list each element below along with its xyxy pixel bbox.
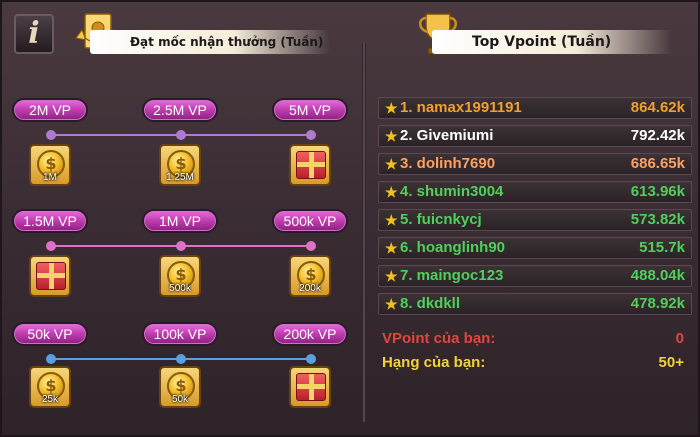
milestone-title: Đạt mốc nhận thưởng (Tuần) xyxy=(90,30,330,54)
my-rank-value: 50+ xyxy=(658,354,684,371)
leaderboard-row: ★ 6. hoanglinh90 515.7k xyxy=(378,237,692,259)
panel-divider xyxy=(362,42,366,422)
my-vpoint-label: VPoint của bạn: xyxy=(382,330,496,347)
reward-amount: 500k xyxy=(169,283,191,294)
player-rank-name: 2. Givemiumi xyxy=(400,127,494,144)
milestone-pill: 500k VP xyxy=(272,209,348,233)
player-rank-name: 5. fuicnkycj xyxy=(400,211,482,228)
star-icon: ★ xyxy=(385,184,398,200)
player-points: 488.04k xyxy=(630,267,685,284)
milestone-dot xyxy=(306,130,316,140)
player-points: 478.92k xyxy=(630,295,685,312)
milestone-dot xyxy=(306,241,316,251)
star-icon: ★ xyxy=(385,240,398,256)
leaderboard-title: Top Vpoint (Tuần) xyxy=(432,30,672,54)
milestone-pill: 2M VP xyxy=(12,98,88,122)
player-rank-name: 1. namax1991191 xyxy=(400,99,522,116)
milestone-dot xyxy=(176,241,186,251)
reward-amount: 1M xyxy=(43,172,57,183)
milestone-pill: 100k VP xyxy=(142,322,218,346)
player-rank-name: 4. shumin3004 xyxy=(400,183,504,200)
milestone-panel: i Đạt mốc nhận thưởng (Tuần) 2M VP $1M 2.5… xyxy=(2,2,364,437)
player-points: 573.82k xyxy=(630,211,685,228)
reward-amount: 25k xyxy=(41,394,59,405)
player-points: 792.42k xyxy=(630,127,685,144)
milestone-dot xyxy=(176,130,186,140)
gift-box-icon xyxy=(296,373,326,401)
player-rank-name: 6. hoanglinh90 xyxy=(400,239,506,256)
reward-coin-box[interactable]: $200k xyxy=(289,255,331,297)
player-points: 613.96k xyxy=(630,183,685,200)
leaderboard-row: ★ 1. namax1991191 864.62k xyxy=(378,97,692,119)
star-icon: ★ xyxy=(385,296,398,312)
my-vpoint-value: 0 xyxy=(675,330,684,347)
game-panel-frame: i Đạt mốc nhận thưởng (Tuần) 2M VP $1M 2.5… xyxy=(0,0,700,437)
milestone-dot xyxy=(46,241,56,251)
milestone-dot xyxy=(306,354,316,364)
milestone-dot xyxy=(46,354,56,364)
star-icon: ★ xyxy=(385,212,398,228)
player-points: 515.7k xyxy=(639,239,685,256)
star-icon: ★ xyxy=(385,268,398,284)
milestone-pill: 5M VP xyxy=(272,98,348,122)
milestone-dot xyxy=(176,354,186,364)
leaderboard-row: ★ 4. shumin3004 613.96k xyxy=(378,181,692,203)
leaderboard-row: ★ 5. fuicnkycj 573.82k xyxy=(378,209,692,231)
reward-gift-box[interactable] xyxy=(29,255,71,297)
leaderboard-row: ★ 7. maingoc123 488.04k xyxy=(378,265,692,287)
star-icon: ★ xyxy=(385,128,398,144)
milestone-dot xyxy=(46,130,56,140)
leaderboard-row: ★ 8. dkdkll 478.92k xyxy=(378,293,692,315)
player-rank-name: 7. maingoc123 xyxy=(400,267,504,284)
reward-amount: 200k xyxy=(299,283,321,294)
my-rank-label: Hạng của bạn: xyxy=(382,354,486,371)
milestone-pill: 50k VP xyxy=(12,322,88,346)
reward-gift-box[interactable] xyxy=(289,366,331,408)
reward-coin-box[interactable]: $1.25M xyxy=(159,144,201,186)
reward-amount: 50k xyxy=(171,394,189,405)
leaderboard-row: ★ 3. dolinh7690 686.65k xyxy=(378,153,692,175)
gift-box-icon xyxy=(296,151,326,179)
leaderboard-row: ★ 2. Givemiumi 792.42k xyxy=(378,125,692,147)
milestone-pill: 1.5M VP xyxy=(12,209,88,233)
star-icon: ★ xyxy=(385,156,398,172)
reward-amount: 1.25M xyxy=(166,172,194,183)
star-icon: ★ xyxy=(385,100,398,116)
milestone-pill: 1M VP xyxy=(142,209,218,233)
reward-coin-box[interactable]: $25k xyxy=(29,366,71,408)
info-icon[interactable]: i xyxy=(14,14,54,54)
reward-coin-box[interactable]: $50k xyxy=(159,366,201,408)
milestone-pill: 2.5M VP xyxy=(142,98,218,122)
player-rank-name: 3. dolinh7690 xyxy=(400,155,496,172)
player-points: 864.62k xyxy=(630,99,685,116)
milestone-pill: 200k VP xyxy=(272,322,348,346)
reward-gift-box[interactable] xyxy=(289,144,331,186)
reward-coin-box[interactable]: $500k xyxy=(159,255,201,297)
gift-box-icon xyxy=(36,262,66,290)
reward-coin-box[interactable]: $1M xyxy=(29,144,71,186)
player-rank-name: 8. dkdkll xyxy=(400,295,461,312)
player-points: 686.65k xyxy=(630,155,685,172)
